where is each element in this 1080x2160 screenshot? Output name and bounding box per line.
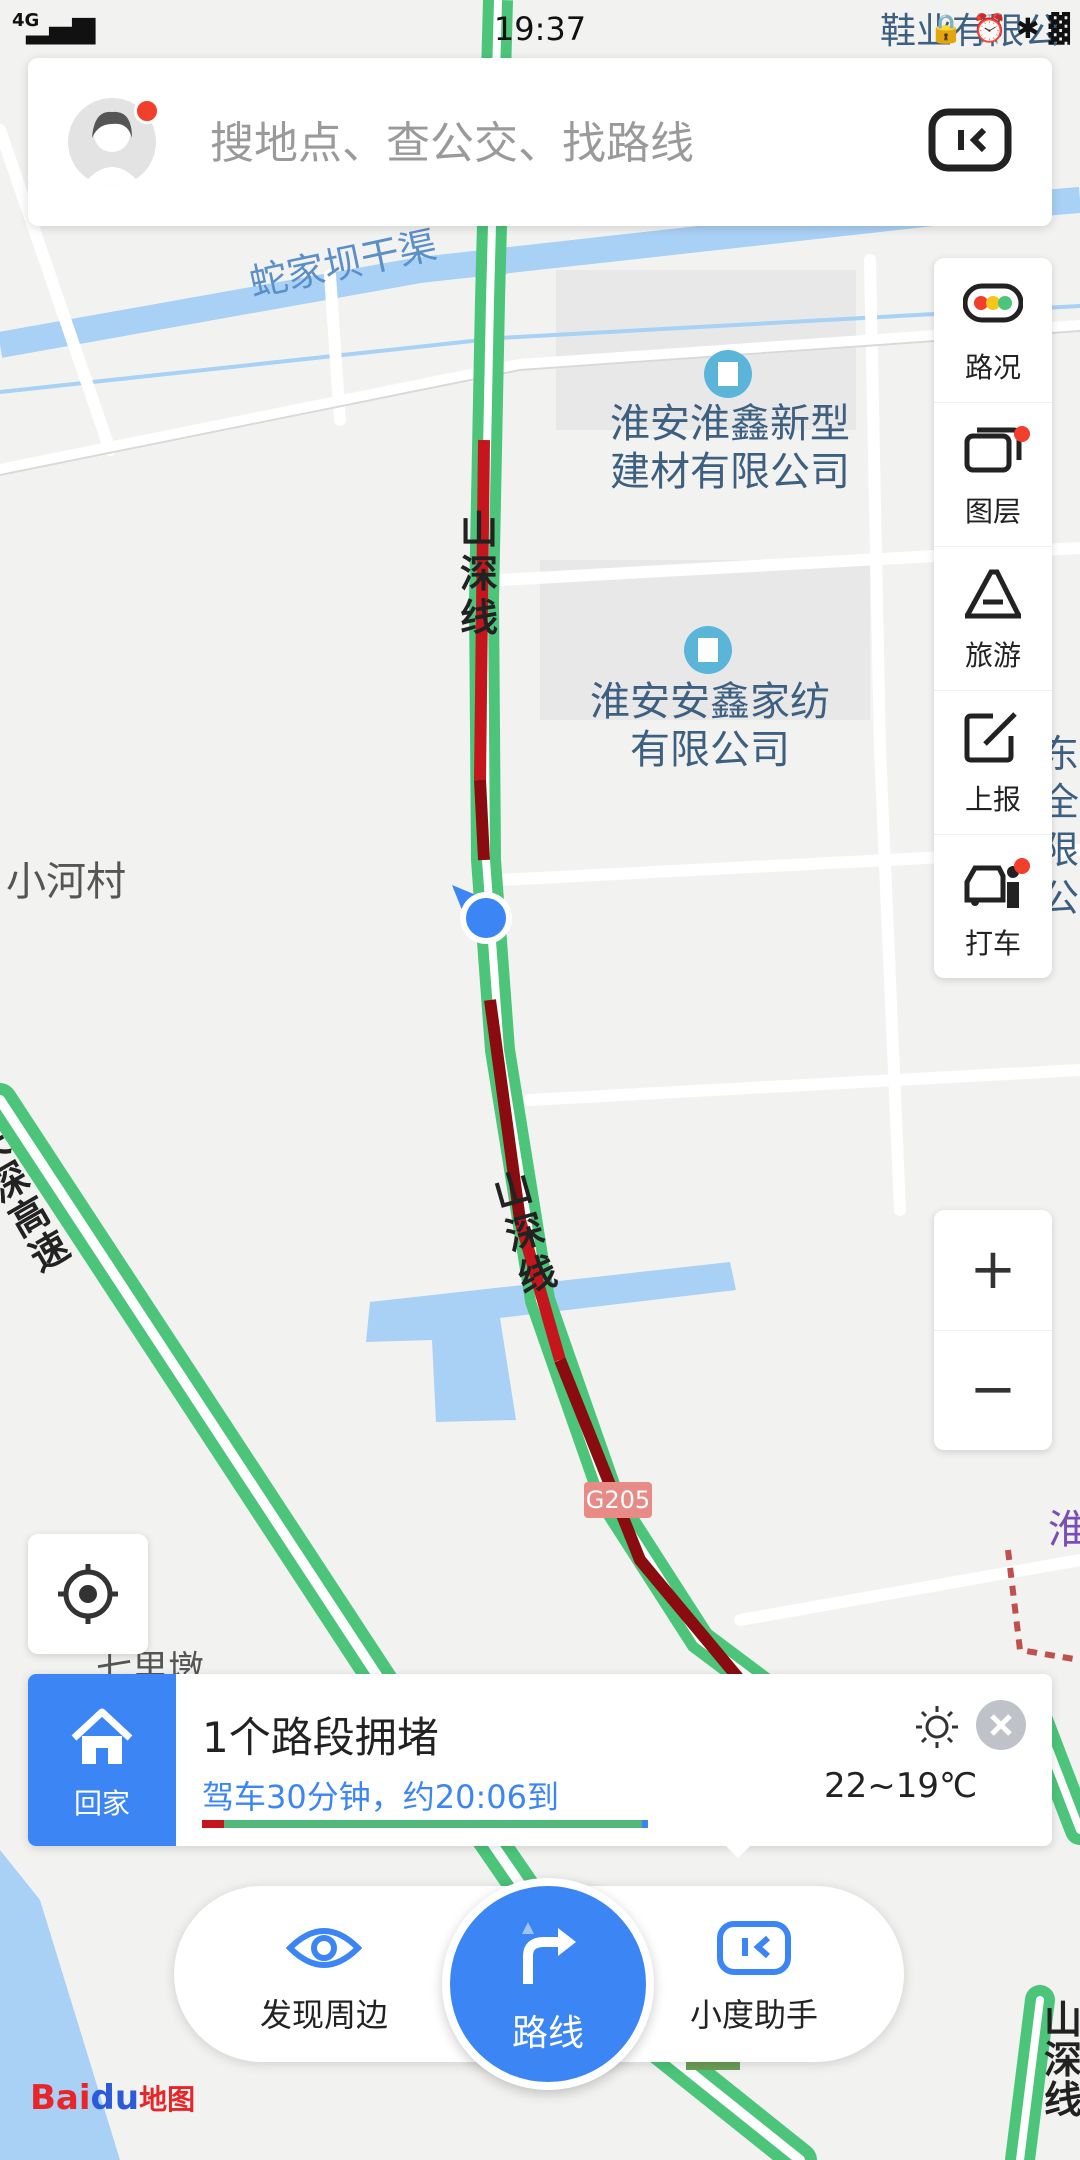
tool-label: 旅游 bbox=[964, 639, 1021, 672]
traffic-light-icon bbox=[963, 283, 1023, 323]
place-label-partial: 淮 bbox=[1048, 1507, 1080, 1553]
close-icon bbox=[990, 1714, 1012, 1736]
zoom-control: + − bbox=[934, 1210, 1052, 1450]
zoom-out-button[interactable]: − bbox=[934, 1330, 1052, 1450]
notification-dot bbox=[134, 98, 160, 124]
tool-traffic[interactable]: 路况 bbox=[934, 258, 1052, 403]
home-icon bbox=[71, 1708, 133, 1764]
baidu-map-logo: Baidu地图 bbox=[30, 2078, 196, 2118]
poi-label-huaxin[interactable]: 淮安淮鑫新型 建材有限公司 bbox=[600, 400, 860, 496]
status-icons: 🔒 ⏰ ✱ ▓ bbox=[928, 12, 1070, 45]
temperature: 22~19℃ bbox=[824, 1766, 978, 1806]
route-label: 路线 bbox=[511, 2013, 584, 2054]
route-button[interactable]: 路线 bbox=[442, 1878, 654, 2090]
tool-label: 打车 bbox=[964, 927, 1021, 960]
eta-text: 驾车30分钟，约20:06到 bbox=[202, 1778, 559, 1816]
route-traffic-bar bbox=[202, 1820, 648, 1828]
xiaodu-assistant-button[interactable] bbox=[928, 106, 1012, 176]
crosshair-icon bbox=[58, 1564, 118, 1624]
road-label: 山深线 bbox=[1044, 1998, 1080, 2122]
nav-label: 小度助手 bbox=[689, 1996, 818, 2034]
tool-label: 路况 bbox=[964, 351, 1021, 384]
xiaodu-icon bbox=[928, 108, 1012, 172]
search-bar[interactable] bbox=[28, 58, 1052, 226]
road-label: 山深线 bbox=[460, 508, 499, 640]
home-label: 回家 bbox=[73, 1787, 130, 1820]
g205-label: G205 bbox=[585, 1486, 651, 1514]
tool-label: 图层 bbox=[964, 495, 1021, 528]
tool-travel[interactable]: 旅游 bbox=[934, 546, 1052, 691]
travel-icon bbox=[964, 569, 1022, 619]
tool-report[interactable]: 上报 bbox=[934, 690, 1052, 835]
xiaodu-assistant-nav-button[interactable]: 小度助手 bbox=[644, 1886, 864, 2062]
go-home-button[interactable]: 回家 bbox=[28, 1674, 176, 1846]
commute-card[interactable]: 回家 1个路段拥堵 驾车30分钟，约20:06到 22~19℃ bbox=[28, 1674, 1052, 1846]
sun-icon bbox=[916, 1706, 958, 1748]
tool-label: 上报 bbox=[964, 783, 1021, 816]
tool-layers[interactable]: 图层 bbox=[934, 402, 1052, 547]
clock: 19:37 bbox=[493, 10, 587, 48]
nav-label: 发现周边 bbox=[259, 1996, 388, 2034]
close-card-button[interactable] bbox=[976, 1700, 1026, 1750]
eye-icon bbox=[286, 1928, 362, 1968]
xiaodu-icon bbox=[717, 1921, 791, 1975]
poi-label-anxin[interactable]: 淮安安鑫家纺 有限公司 bbox=[580, 678, 840, 774]
locate-button[interactable] bbox=[28, 1534, 148, 1654]
zoom-in-button[interactable]: + bbox=[934, 1210, 1052, 1331]
discover-nearby-button[interactable]: 发现周边 bbox=[214, 1886, 434, 2062]
card-pointer bbox=[722, 1842, 754, 1858]
village-label: 小河村 bbox=[6, 859, 126, 905]
notification-dot bbox=[1014, 858, 1030, 874]
search-input[interactable] bbox=[208, 98, 752, 188]
congestion-title: 1个路段拥堵 bbox=[202, 1713, 439, 1762]
turn-right-arrow-icon bbox=[522, 1922, 576, 1984]
notification-dot bbox=[1014, 426, 1030, 442]
status-bar: 4G ▂▄▆ 19:37 🔒 ⏰ ✱ ▓ bbox=[0, 0, 1080, 56]
tool-taxi[interactable]: 打车 bbox=[934, 834, 1052, 978]
map-tools-panel: 路况 图层 旅游 上报 打车 bbox=[934, 258, 1052, 978]
report-icon bbox=[964, 712, 1017, 763]
